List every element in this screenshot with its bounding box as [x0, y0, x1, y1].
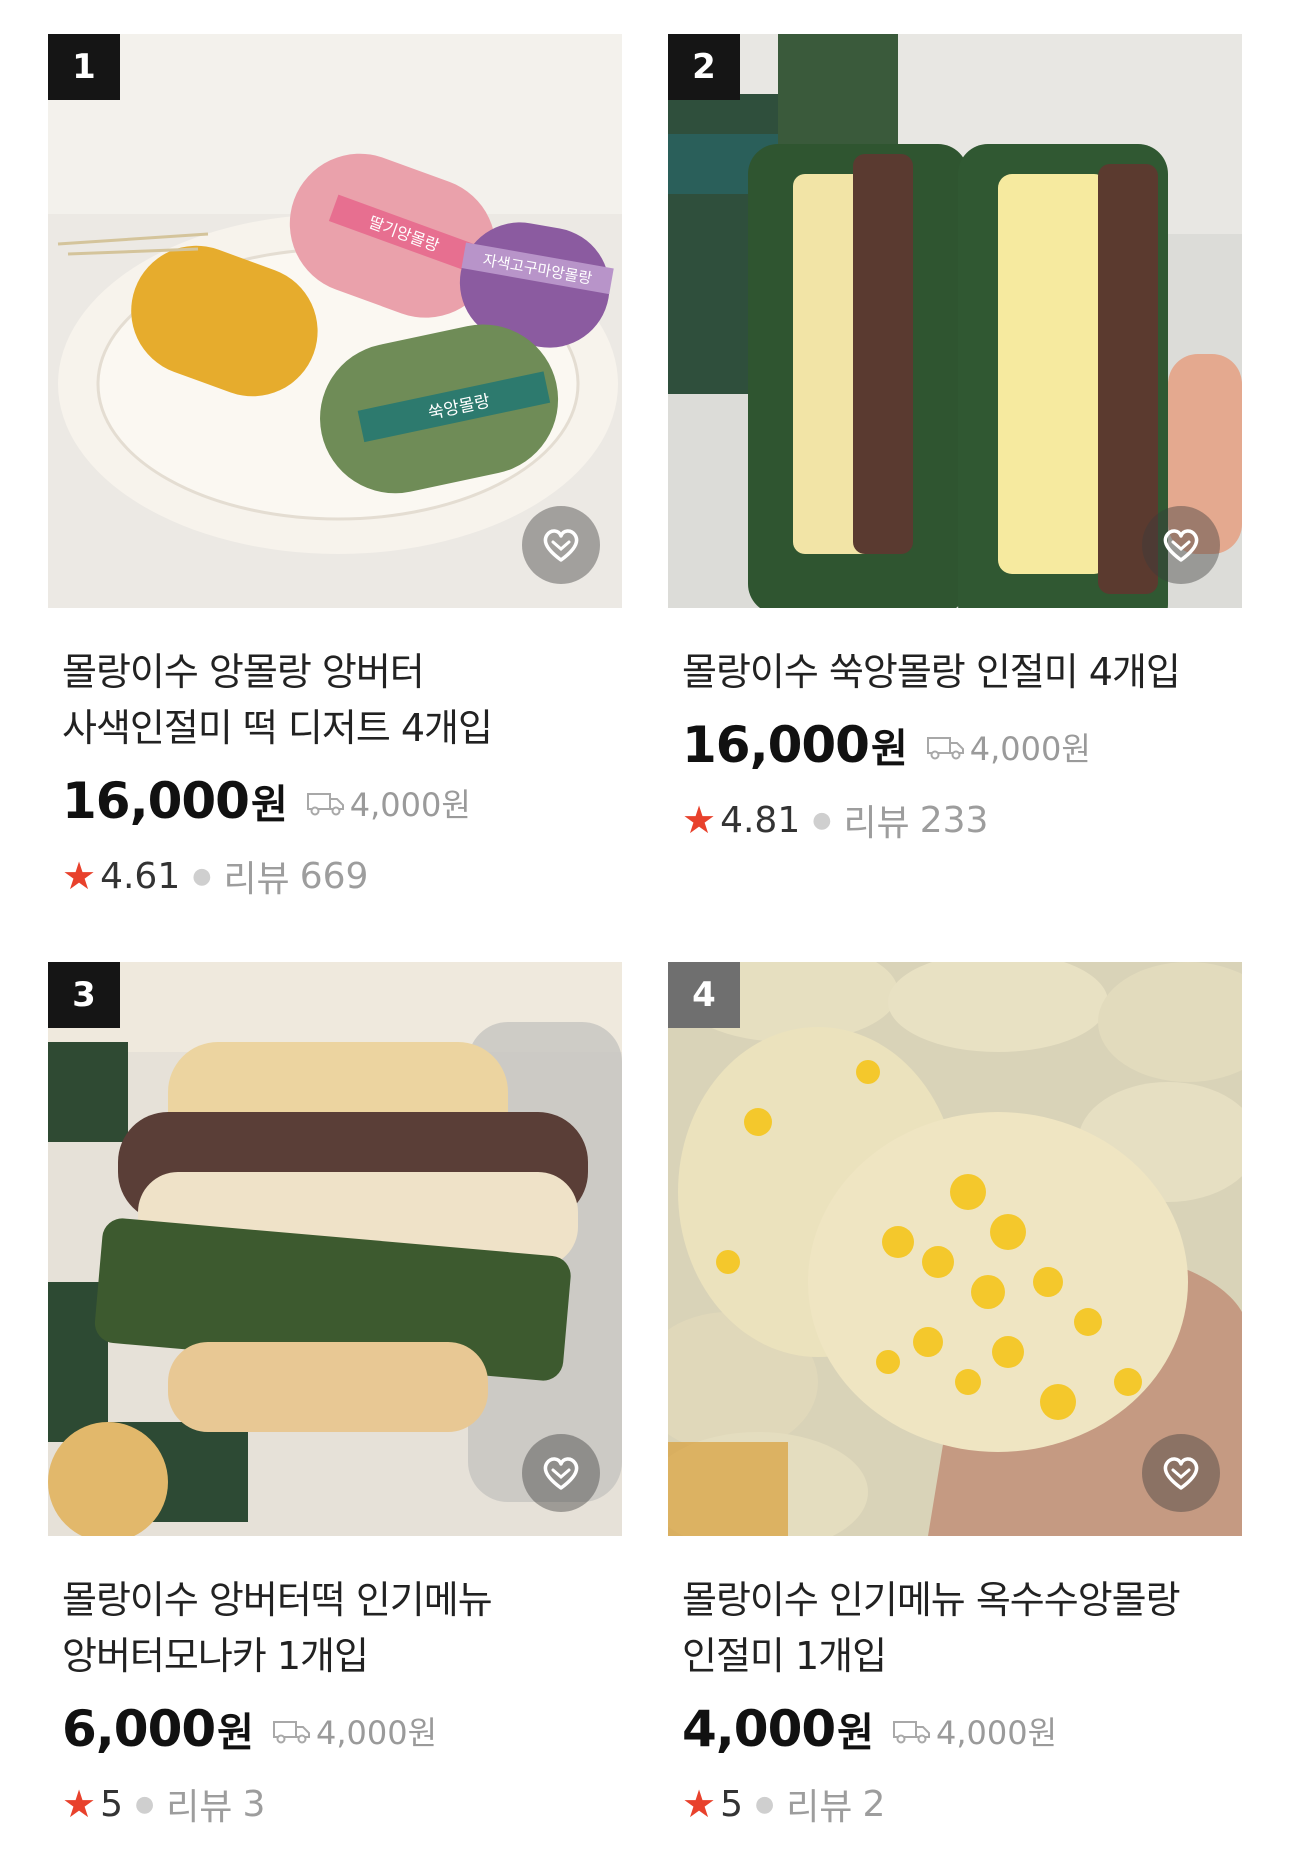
- review-label: 리뷰: [223, 859, 290, 900]
- review-count: 669: [299, 855, 369, 897]
- product-title-line: 몰랑이수 인기메뉴 옥수수앙몰랑: [682, 1578, 1181, 1622]
- heart-wishlist-icon: [1163, 1457, 1199, 1490]
- star-icon: ★: [62, 854, 97, 898]
- rank-badge: 1: [48, 34, 120, 100]
- price-unit: 원: [217, 1710, 254, 1756]
- product-title[interactable]: 몰랑이수 인기메뉴 옥수수앙몰랑 인절미 1개입: [682, 1572, 1232, 1684]
- review-count: 233: [919, 799, 989, 841]
- separator-dot: ●: [192, 863, 212, 889]
- product-card[interactable]: 4 몰랑이수 인기메뉴 옥수수앙몰랑 인절미 1개입 4,000 원 4,000…: [668, 962, 1242, 1830]
- product-title[interactable]: 몰랑이수 앙몰랑 앙버터 사색인절미 떡 디저트 4개입: [62, 644, 612, 756]
- delivery-truck-icon: [272, 1721, 310, 1744]
- shipping-fee: 4,000원: [306, 780, 471, 826]
- wishlist-button[interactable]: [522, 1434, 600, 1512]
- product-grid: 딸기앙몰랑 자색고구마앙몰랑 쑥앙몰랑 1 몰랑이수 앙몰랑 앙버터 사색인절미…: [0, 0, 1290, 1859]
- product-image[interactable]: 2: [668, 34, 1242, 608]
- shipping-fee-value: 4,000원: [969, 730, 1091, 768]
- shipping-fee: 4,000원: [892, 1708, 1057, 1754]
- product-card[interactable]: 3 몰랑이수 앙버터떡 인기메뉴 앙버터모나카 1개입 6,000 원 4,00…: [48, 962, 622, 1830]
- product-title-line: 인절미 1개입: [682, 1634, 887, 1678]
- star-icon: ★: [682, 1782, 717, 1826]
- price-row: 6,000 원 4,000원: [62, 1700, 622, 1758]
- wishlist-button[interactable]: [522, 506, 600, 584]
- product-card[interactable]: 딸기앙몰랑 자색고구마앙몰랑 쑥앙몰랑 1 몰랑이수 앙몰랑 앙버터 사색인절미…: [48, 34, 622, 902]
- separator-dot: ●: [134, 1791, 155, 1817]
- review-count: 2: [862, 1783, 886, 1825]
- rating-row: ★ 4.61 ● 리뷰 669: [62, 850, 622, 902]
- product-image[interactable]: 3: [48, 962, 622, 1536]
- product-card[interactable]: 2 몰랑이수 쑥앙몰랑 인절미 4개입 16,000 원 4,000원 ★ 4.…: [668, 34, 1242, 846]
- product-title[interactable]: 몰랑이수 앙버터떡 인기메뉴 앙버터모나카 1개입: [62, 1572, 612, 1684]
- separator-dot: ●: [812, 807, 832, 833]
- rank-badge: 4: [668, 962, 740, 1028]
- product-title[interactable]: 몰랑이수 쑥앙몰랑 인절미 4개입: [682, 644, 1232, 700]
- product-title-line: 몰랑이수 앙버터떡 인기메뉴: [62, 1578, 493, 1622]
- delivery-truck-icon: [926, 737, 964, 760]
- rating-score: 4.81: [720, 799, 801, 841]
- product-title-line: 사색인절미 떡 디저트 4개입: [62, 706, 493, 750]
- separator-dot: ●: [754, 1791, 775, 1817]
- delivery-truck-icon: [892, 1721, 930, 1744]
- review-label: 리뷰: [843, 803, 910, 844]
- price: 6,000: [62, 1700, 216, 1758]
- price-row: 4,000 원 4,000원: [682, 1700, 1242, 1758]
- review-label: 리뷰: [166, 1787, 233, 1828]
- price-unit: 원: [837, 1710, 874, 1756]
- rating-row: ★ 4.81 ● 리뷰 233: [682, 794, 1242, 846]
- price-unit: 원: [870, 726, 908, 772]
- rank-badge: 2: [668, 34, 740, 100]
- product-image[interactable]: 딸기앙몰랑 자색고구마앙몰랑 쑥앙몰랑 1: [48, 34, 622, 608]
- product-title-line: 몰랑이수 쑥앙몰랑 인절미 4개입: [682, 650, 1181, 694]
- price: 16,000: [62, 772, 250, 830]
- product-title-line: 앙버터모나카 1개입: [62, 1634, 369, 1678]
- price-row: 16,000 원 4,000원: [682, 716, 1242, 774]
- shipping-fee: 4,000원: [926, 724, 1091, 770]
- price-unit: 원: [250, 782, 288, 828]
- rating-score: 5: [100, 1783, 123, 1825]
- review-count: 3: [242, 1783, 266, 1825]
- rating-row: ★ 5 ● 리뷰 2: [682, 1778, 1242, 1830]
- price: 16,000: [682, 716, 870, 774]
- rank-badge: 3: [48, 962, 120, 1028]
- star-icon: ★: [62, 1782, 97, 1826]
- shipping-fee-value: 4,000원: [935, 1714, 1058, 1752]
- shipping-fee-value: 4,000원: [349, 786, 471, 824]
- price-row: 16,000 원 4,000원: [62, 772, 622, 830]
- wishlist-button[interactable]: [1142, 506, 1220, 584]
- product-image[interactable]: 4: [668, 962, 1242, 1536]
- review-label: 리뷰: [786, 1787, 853, 1828]
- heart-wishlist-icon: [1163, 529, 1199, 562]
- star-icon: ★: [682, 798, 717, 842]
- shipping-fee: 4,000원: [272, 1708, 437, 1754]
- shipping-fee-value: 4,000원: [315, 1714, 438, 1752]
- heart-wishlist-icon: [543, 1457, 579, 1490]
- rating-score: 4.61: [100, 855, 181, 897]
- price: 4,000: [682, 1700, 836, 1758]
- rating-row: ★ 5 ● 리뷰 3: [62, 1778, 622, 1830]
- rating-score: 5: [720, 1783, 743, 1825]
- product-title-line: 몰랑이수 앙몰랑 앙버터: [62, 650, 425, 694]
- wishlist-button[interactable]: [1142, 1434, 1220, 1512]
- delivery-truck-icon: [306, 793, 344, 816]
- heart-wishlist-icon: [543, 529, 579, 562]
